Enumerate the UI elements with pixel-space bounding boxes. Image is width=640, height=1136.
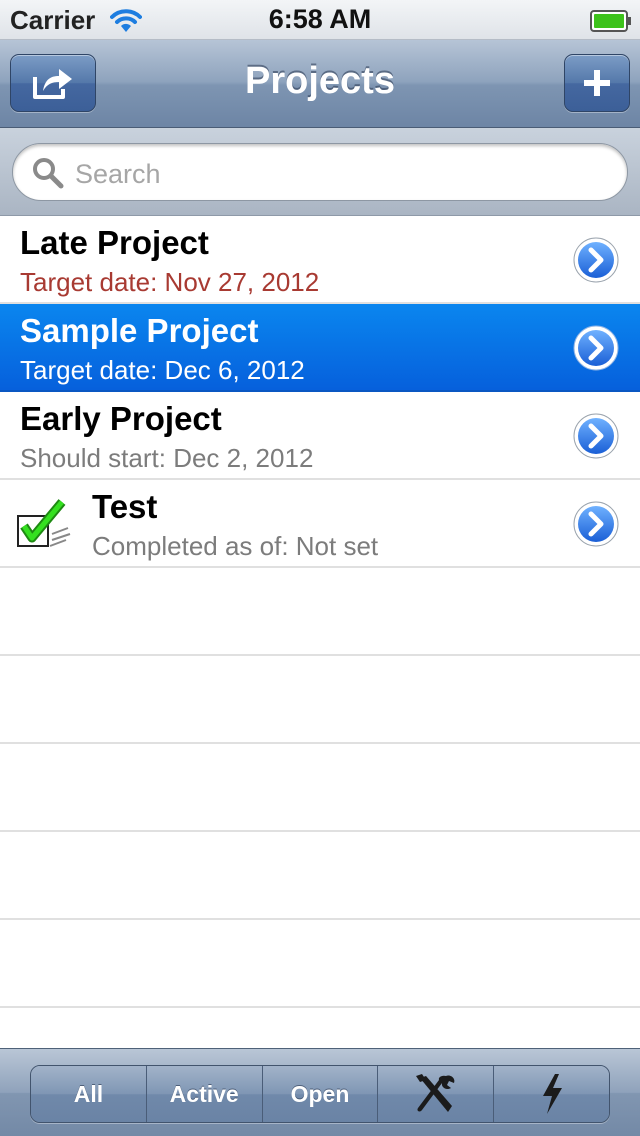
project-row-sample[interactable]: Sample Project Target date: Dec 6, 2012: [0, 304, 640, 392]
quick-actions-segment[interactable]: [494, 1066, 609, 1122]
completed-check-icon: [17, 499, 71, 547]
disclosure-button-icon[interactable]: [572, 236, 620, 284]
project-title: Early Project: [20, 400, 222, 437]
tools-icon: [415, 1074, 455, 1112]
search-input[interactable]: Search: [12, 143, 628, 201]
empty-row: [0, 832, 640, 920]
project-title: Test: [92, 488, 158, 525]
bottom-toolbar: All Active Open: [0, 1048, 640, 1136]
project-row-late[interactable]: Late Project Target date: Nov 27, 2012: [0, 216, 640, 304]
project-title: Late Project: [20, 224, 209, 261]
screen: Carrier 6:58 AM Projects Search Late Pro…: [0, 0, 640, 1136]
disclosure-button-icon[interactable]: [572, 324, 620, 372]
page-title: Projects: [245, 60, 395, 102]
filter-active-segment[interactable]: Active: [146, 1066, 263, 1122]
empty-row: [0, 920, 640, 1008]
status-bar: Carrier 6:58 AM: [0, 0, 640, 40]
tools-segment[interactable]: [378, 1066, 495, 1122]
project-list: Late Project Target date: Nov 27, 2012 S…: [0, 216, 640, 1008]
project-subtitle: Target date: Dec 6, 2012: [20, 355, 305, 385]
add-project-button[interactable]: [564, 54, 630, 112]
battery-icon: [590, 10, 631, 32]
filter-all-segment[interactable]: All: [31, 1066, 147, 1122]
empty-row: [0, 656, 640, 744]
empty-row: [0, 568, 640, 656]
disclosure-button-icon[interactable]: [572, 500, 620, 548]
disclosure-button-icon[interactable]: [572, 412, 620, 460]
lightning-icon: [542, 1074, 562, 1114]
navigation-bar: Projects: [0, 40, 640, 128]
project-subtitle: Completed as of: Not set: [92, 531, 379, 561]
project-row-test[interactable]: Test Completed as of: Not set: [0, 480, 640, 568]
empty-row: [0, 744, 640, 832]
search-placeholder: Search: [75, 159, 161, 189]
project-subtitle: Should start: Dec 2, 2012: [20, 443, 314, 473]
project-subtitle: Target date: Nov 27, 2012: [20, 267, 320, 297]
clock: 6:58 AM: [268, 4, 372, 34]
search-icon: [33, 158, 64, 189]
filter-open-segment[interactable]: Open: [262, 1066, 379, 1122]
project-title: Sample Project: [20, 312, 259, 349]
project-row-early[interactable]: Early Project Should start: Dec 2, 2012: [0, 392, 640, 480]
filter-segmented-control: All Active Open: [30, 1065, 610, 1123]
search-bar: Search: [0, 128, 640, 216]
plus-icon: [584, 70, 610, 96]
